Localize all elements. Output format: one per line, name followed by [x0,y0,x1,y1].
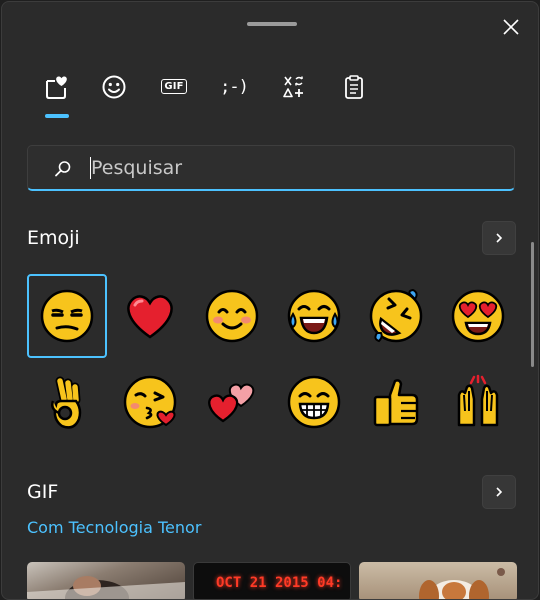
emoji-rolling-laughing[interactable] [356,274,436,358]
emoji-section-title: Emoji [27,227,80,249]
thumbs-up-emoji [373,379,419,427]
raising-hands-emoji [457,374,499,427]
search-icon [55,161,71,177]
emoji-heart-eyes[interactable] [438,274,518,358]
drag-handle[interactable] [247,22,297,26]
close-button[interactable] [496,12,526,42]
heart-eyes-emoji [451,289,505,343]
clipboard-icon [345,75,363,99]
emoji-beaming-face[interactable] [274,360,354,444]
emoji-two-hearts[interactable] [192,360,272,444]
emoji-panel: GIF ;-) Emoji [1,1,539,600]
chevron-right-icon [496,487,503,497]
active-tab-indicator [45,114,69,118]
tab-clipboard[interactable] [324,74,384,114]
emoji-blowing-kiss[interactable] [110,360,190,444]
tab-gif[interactable]: GIF [144,74,204,114]
smiling-face-emoji [205,289,259,343]
symbols-icon [283,76,303,98]
emoji-smiling-face[interactable] [192,274,272,358]
emoji-unamused-face[interactable] [27,274,107,358]
emoji-raising-hands[interactable] [438,360,518,444]
tears-of-joy-emoji [287,289,341,343]
emoji-red-heart[interactable] [110,274,190,358]
category-tabs: GIF ;-) [28,74,384,124]
gif-thumb-image [419,568,505,599]
tenor-provider-link[interactable]: Com Tecnologia Tenor [27,518,201,537]
red-heart-emoji [127,295,173,339]
gif-thumb-image [27,576,185,599]
kaomoji-tab-label: ;-) [220,77,249,97]
clock-readout: OCT 21 2015 04: [216,575,343,591]
tab-kaomoji[interactable]: ;-) [204,74,264,114]
tab-emoji[interactable] [28,74,84,118]
emoji-tears-of-joy[interactable] [274,274,354,358]
heart-sticky-icon [46,76,67,99]
gif-see-more-button[interactable] [482,475,516,509]
unamused-face-emoji [40,289,94,343]
gif-thumb-sleeping-man[interactable] [27,562,185,599]
tab-symbols[interactable] [264,74,324,114]
two-hearts-emoji [208,383,255,423]
gif-thumb-puppy[interactable] [359,562,517,599]
blowing-kiss-emoji [123,375,177,429]
search-input[interactable] [91,154,491,182]
close-icon [503,19,519,35]
gif-thumb-clock-display[interactable]: OCT 21 2015 04: [193,562,351,599]
tab-smiley[interactable] [84,74,144,114]
rolling-laughing-emoji [369,288,423,343]
ok-hand-emoji [51,376,82,429]
emoji-see-more-button[interactable] [482,221,516,255]
emoji-ok-hand[interactable] [27,360,107,444]
search-box[interactable] [27,145,515,191]
scrollbar-thumb[interactable] [531,242,534,367]
emoji-thumbs-up[interactable] [356,360,436,444]
gif-section-title: GIF [27,481,59,503]
smiley-icon [102,75,126,99]
beaming-face-emoji [287,375,341,429]
gif-tab-label: GIF [161,79,187,94]
chevron-right-icon [496,233,503,243]
